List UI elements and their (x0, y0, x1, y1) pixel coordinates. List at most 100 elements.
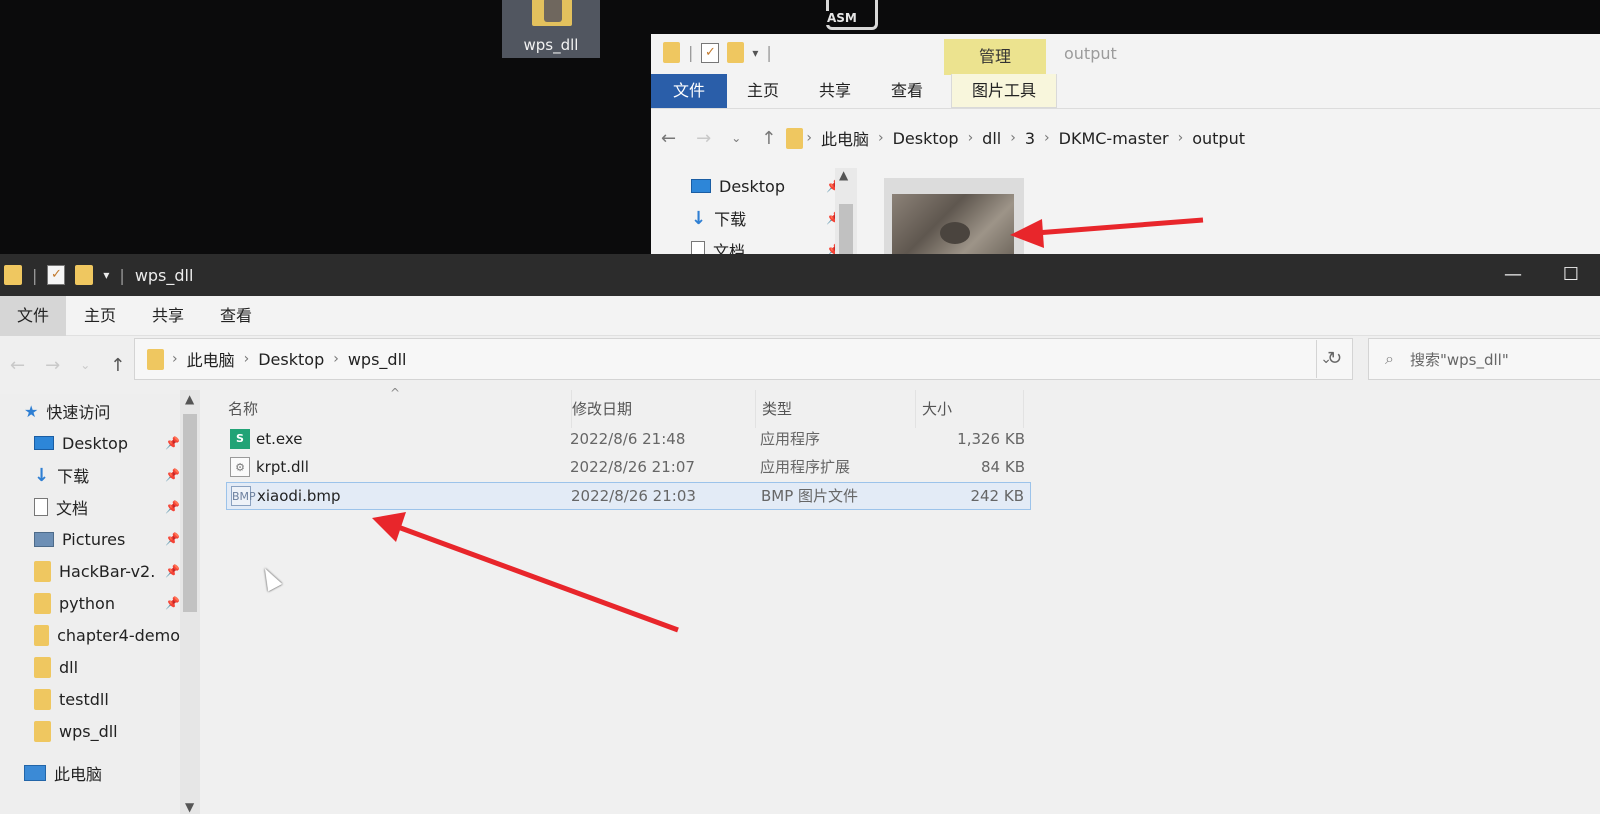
folder-icon (34, 688, 51, 710)
properties-icon[interactable]: ✓ (701, 42, 720, 63)
file-row[interactable]: ⚙ krpt.dll 2022/8/26 21:07 应用程序扩展 84 KB (226, 454, 1031, 482)
exe-icon: S (230, 429, 250, 449)
address-bar[interactable]: › 此电脑 › Desktop › wps_dll ⌄ (134, 338, 1353, 380)
nav-item-chapter4-demo[interactable]: chapter4-demo (34, 620, 180, 650)
folder-icon (4, 265, 22, 285)
tab-manage[interactable]: 管理 (944, 39, 1046, 75)
scroll-down-icon[interactable]: ▼ (185, 800, 194, 814)
file-row[interactable]: S et.exe 2022/8/6 21:48 应用程序 1,326 KB (226, 426, 1031, 454)
nav-item-wps-dll[interactable]: wps_dll (34, 716, 180, 746)
nav-item-downloads[interactable]: ↓ 下载 📌 (691, 202, 841, 234)
nav-scrollbar[interactable]: ▲ (835, 168, 857, 256)
nav-item-testdll[interactable]: testdll (34, 684, 180, 714)
forward-arrow-icon[interactable]: → (45, 355, 60, 376)
folder-icon (34, 624, 50, 646)
nav-item-documents[interactable]: 文档 📌 (34, 492, 180, 522)
column-type[interactable]: 类型 (756, 390, 916, 428)
up-arrow-icon[interactable]: ↑ (110, 355, 125, 376)
tab-share[interactable]: 共享 (134, 296, 202, 336)
nav-item-python[interactable]: python 📌 (34, 588, 180, 618)
new-folder-icon[interactable] (75, 265, 94, 285)
folder-icon (34, 656, 51, 678)
nav-item-desktop[interactable]: Desktop 📌 (691, 170, 841, 202)
breadcrumb-desktop[interactable]: Desktop (258, 350, 324, 369)
scroll-up-icon[interactable]: ▲ (185, 392, 194, 406)
nav-item-hackbar[interactable]: HackBar-v2. 📌 (34, 556, 180, 586)
file-size: 84 KB (981, 458, 1025, 476)
dll-icon: ⚙ (230, 457, 250, 477)
tab-home[interactable]: 主页 (727, 74, 799, 108)
download-icon: ↓ (691, 207, 707, 229)
breadcrumb-desktop[interactable]: Desktop (893, 129, 959, 148)
folder-icon (34, 560, 51, 582)
nav-item-desktop[interactable]: Desktop 📌 (34, 428, 180, 458)
tab-view[interactable]: 查看 (871, 74, 943, 108)
nav-scrollbar[interactable]: ▲ ▼ (180, 390, 200, 814)
file-type: BMP 图片文件 (761, 487, 859, 505)
column-date[interactable]: 修改日期 (566, 390, 756, 428)
breadcrumb-output[interactable]: output (1192, 129, 1245, 148)
window-title: output (1064, 44, 1117, 63)
search-input[interactable]: ⌕ 搜索"wps_dll" (1368, 338, 1600, 380)
column-size[interactable]: 大小 (916, 390, 1024, 428)
tab-view[interactable]: 查看 (202, 296, 270, 336)
pictures-icon (34, 531, 54, 547)
tab-file[interactable]: 文件 (0, 295, 66, 336)
nav-item-pictures[interactable]: Pictures 📌 (34, 524, 180, 554)
breadcrumb-this-pc[interactable]: 此电脑 (821, 126, 869, 150)
dropdown-arrow-icon[interactable]: ▾ (752, 46, 758, 60)
pin-icon: 📌 (165, 564, 180, 578)
breadcrumb-dll[interactable]: dll (982, 129, 1001, 148)
title-bar[interactable]: | ✓ ▾ | wps_dll — ☐ (0, 254, 1600, 296)
nav-pane: Desktop 📌 ↓ 下载 📌 文档 📌 (691, 170, 841, 266)
minimize-icon[interactable]: — (1484, 254, 1542, 296)
image-thumbnail[interactable] (884, 178, 1024, 258)
column-name[interactable]: 名称 (222, 390, 572, 428)
asm-file-icon[interactable]: ASM (825, 0, 878, 30)
dropdown-arrow-icon[interactable]: ▾ (103, 268, 109, 282)
breadcrumb-wps-dll[interactable]: wps_dll (348, 350, 407, 369)
pin-icon: 📌 (165, 468, 180, 482)
file-name: xiaodi.bmp (257, 487, 341, 505)
breadcrumb-this-pc[interactable]: 此电脑 (187, 347, 235, 371)
forward-arrow-icon[interactable]: → (696, 128, 711, 149)
tab-share[interactable]: 共享 (799, 74, 871, 108)
maximize-icon[interactable]: ☐ (1542, 254, 1600, 296)
window-title: wps_dll (134, 265, 194, 285)
recent-dropdown-icon[interactable]: ⌄ (731, 131, 741, 145)
nav-item-quick-access[interactable]: ★ 快速访问 (24, 396, 170, 426)
nav-item-this-pc[interactable]: 此电脑 (24, 758, 170, 788)
scroll-up-icon[interactable]: ▲ (839, 168, 848, 182)
back-arrow-icon[interactable]: ← (10, 355, 25, 376)
pin-icon: 📌 (165, 532, 180, 546)
file-row-selected[interactable]: BMP xiaodi.bmp 2022/8/26 21:03 BMP 图片文件 … (226, 482, 1031, 510)
breadcrumb-dkmc-master[interactable]: DKMC-master (1059, 129, 1169, 148)
tab-picture-tools[interactable]: 图片工具 (951, 74, 1058, 108)
file-date: 2022/8/26 21:03 (571, 487, 696, 505)
explorer-window-output: | ✓ ▾ | 管理 output 文件 主页 共享 查看 图片工具 ← → ⌄… (651, 34, 1600, 261)
search-placeholder: 搜索"wps_dll" (1409, 350, 1509, 369)
desktop-icon-label: wps_dll (523, 36, 579, 54)
recent-dropdown-icon[interactable]: ⌄ (80, 358, 90, 372)
nav-item-downloads[interactable]: ↓ 下载 📌 (34, 460, 180, 490)
folder-icon (663, 42, 680, 63)
nav-item-dll[interactable]: dll (34, 652, 180, 682)
download-icon: ↓ (34, 464, 50, 486)
properties-icon[interactable]: ✓ (47, 265, 66, 285)
tab-file[interactable]: 文件 (651, 74, 727, 108)
breadcrumb-3[interactable]: 3 (1025, 129, 1035, 148)
desktop-icon-wps-dll[interactable]: wps_dll (502, 0, 600, 58)
new-folder-icon[interactable] (727, 42, 745, 63)
address-bar[interactable]: ← → ⌄ ↑ › 此电脑 › Desktop › dll › 3 › DKMC… (651, 118, 1600, 158)
up-arrow-icon[interactable]: ↑ (761, 128, 776, 149)
back-arrow-icon[interactable]: ← (661, 128, 676, 149)
tab-home[interactable]: 主页 (66, 296, 134, 336)
file-name: et.exe (256, 430, 303, 448)
scrollbar-thumb[interactable] (183, 414, 197, 612)
file-size: 1,326 KB (957, 430, 1025, 448)
folder-icon (147, 348, 164, 370)
cat-image (892, 194, 1014, 258)
file-type: 应用程序 (760, 430, 821, 448)
document-icon (34, 498, 48, 516)
refresh-icon[interactable]: ↻ (1316, 340, 1352, 378)
